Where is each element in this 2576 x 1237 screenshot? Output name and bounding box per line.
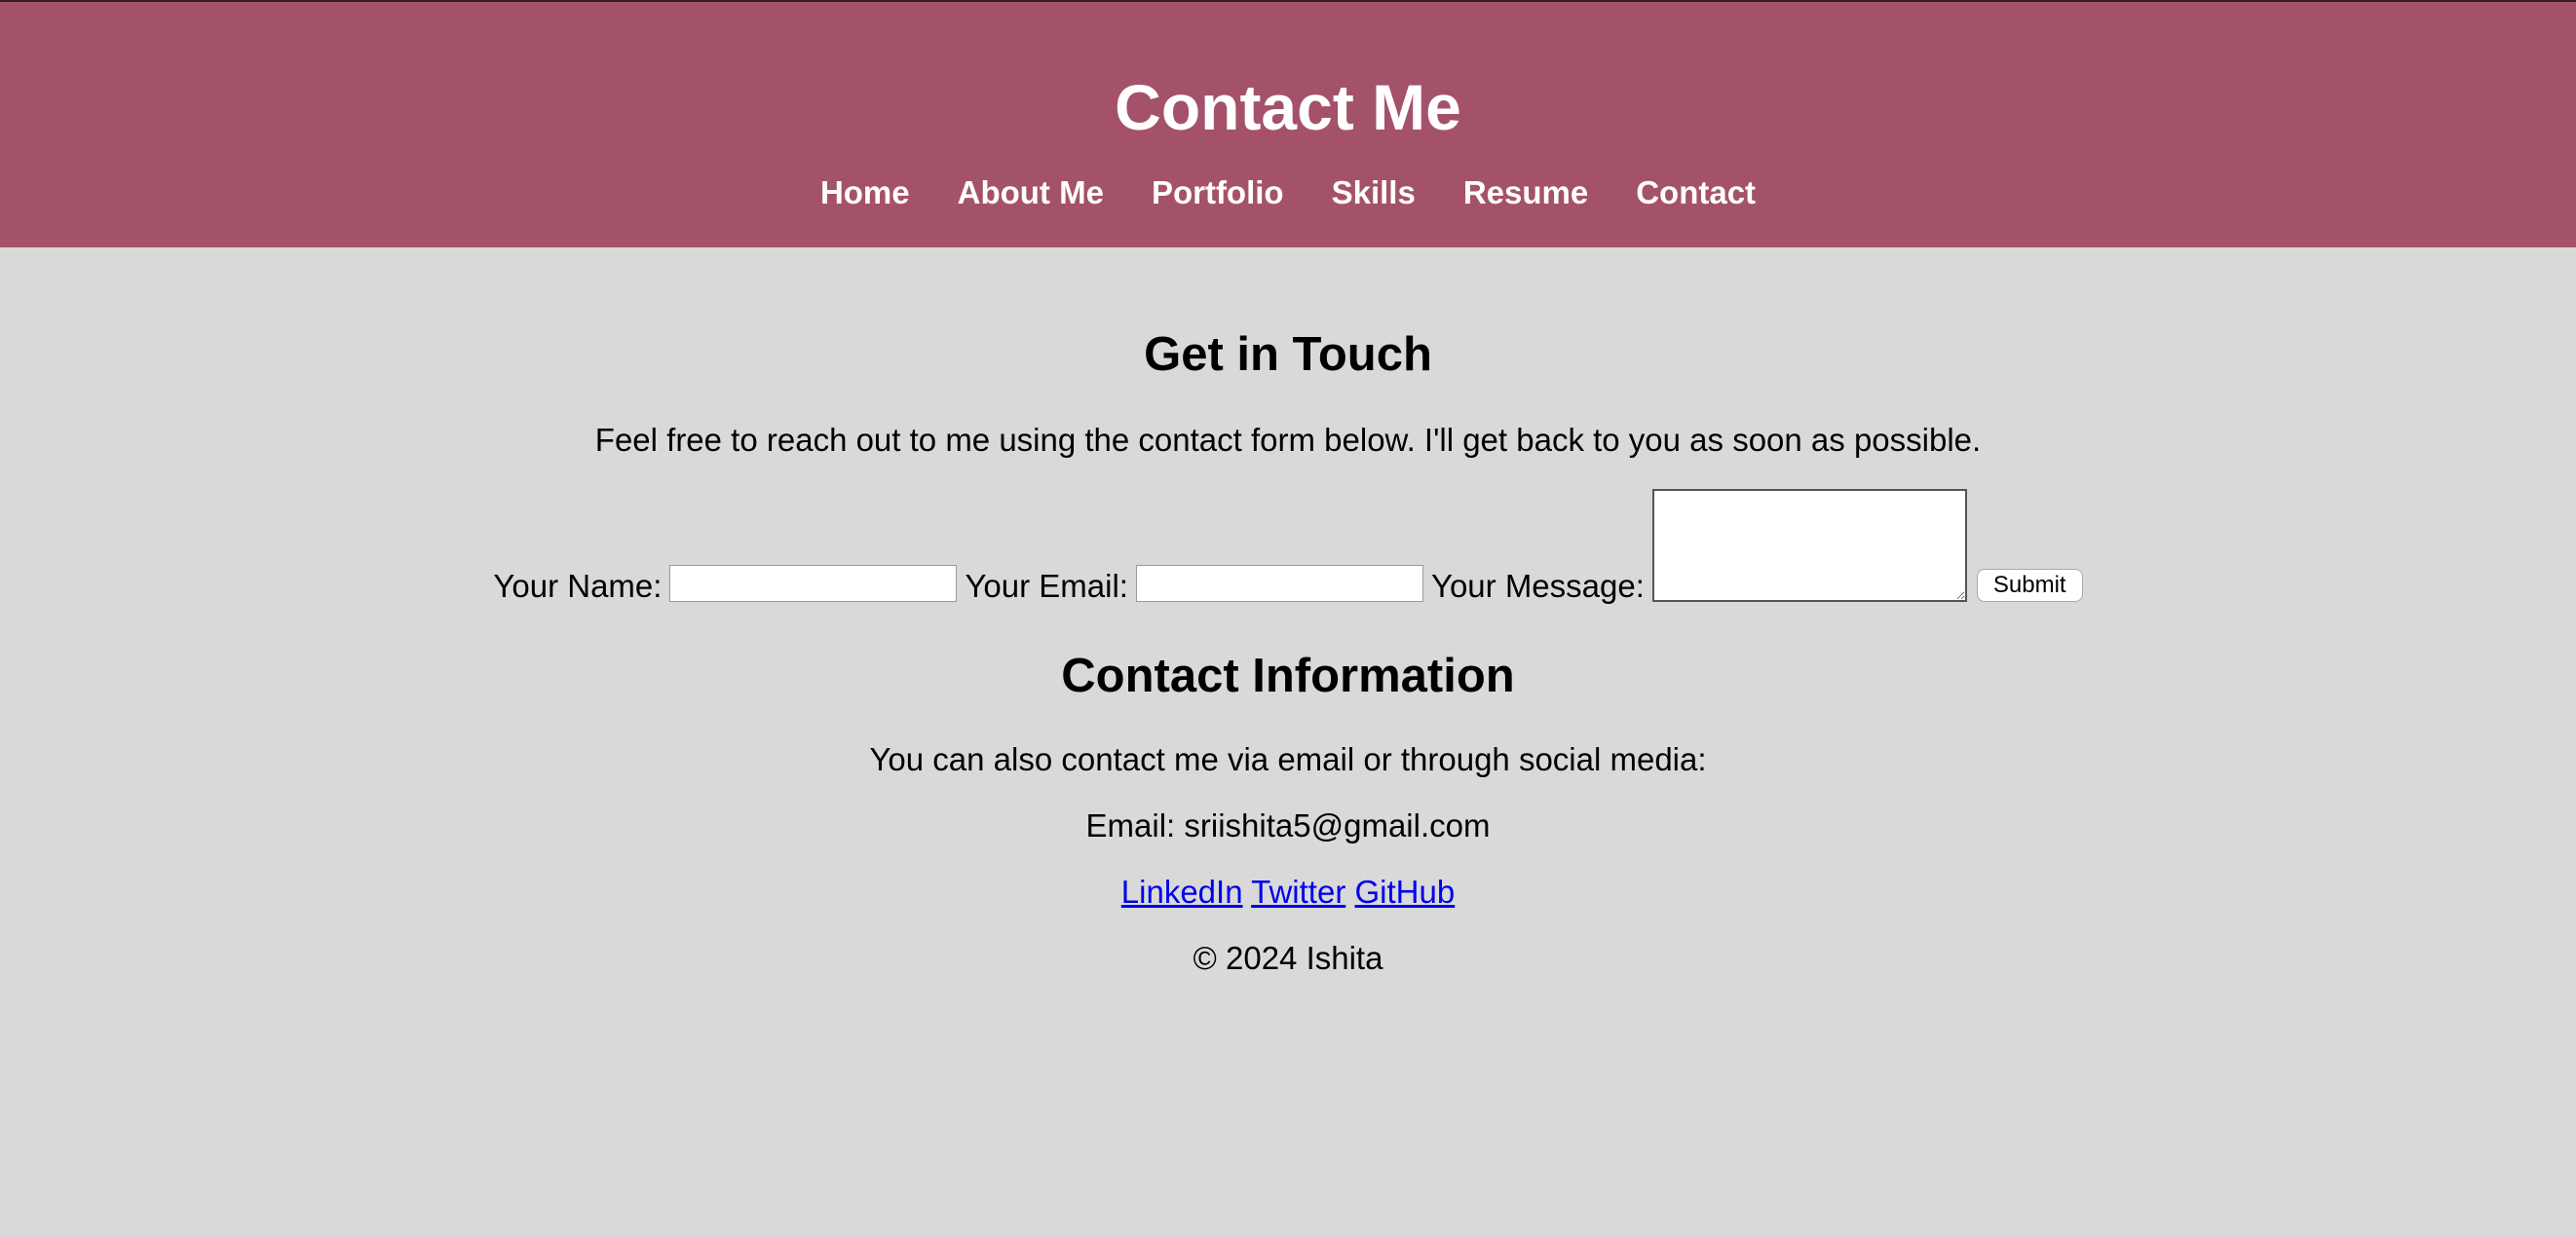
site-header: Contact Me Home About Me Portfolio Skill…	[0, 0, 2576, 247]
page-title: Contact Me	[1115, 71, 1461, 143]
nav-item-portfolio[interactable]: Portfolio	[1152, 171, 1284, 214]
contact-email: Email: sriishita5@gmail.com	[1085, 807, 1491, 843]
name-field[interactable]	[669, 565, 958, 602]
copyright-text: © 2024 Ishita	[1193, 940, 1383, 976]
nav-item-contact[interactable]: Contact	[1636, 171, 1756, 214]
contact-intro-text: Feel free to reach out to me using the c…	[594, 422, 1982, 458]
get-in-touch-heading: Get in Touch	[1144, 328, 1432, 381]
nav-item-home[interactable]: Home	[820, 171, 910, 214]
message-field[interactable]	[1651, 489, 1967, 602]
social-links: LinkedIn Twitter GitHub	[0, 871, 2576, 914]
nav-item-resume[interactable]: Resume	[1463, 171, 1588, 214]
contact-information-heading: Contact Information	[1061, 650, 1515, 702]
contact-alternatives-text: You can also contact me via email or thr…	[869, 741, 1707, 777]
nav-item-skills[interactable]: Skills	[1332, 171, 1416, 214]
name-label: Your Name:	[493, 568, 663, 604]
email-label: Your Email:	[965, 568, 1128, 604]
nav-item-about-me[interactable]: About Me	[958, 171, 1104, 214]
email-field[interactable]	[1135, 565, 1423, 602]
contact-form: Your Name: Your Email: Your Message: Sub…	[0, 489, 2576, 604]
main-nav: Home About Me Portfolio Skills Resume Co…	[0, 171, 2576, 214]
message-label: Your Message:	[1430, 568, 1645, 604]
linkedin-link[interactable]: LinkedIn	[1121, 874, 1243, 910]
submit-button[interactable]: Submit	[1976, 569, 2083, 602]
github-link[interactable]: GitHub	[1354, 874, 1455, 910]
twitter-link[interactable]: Twitter	[1251, 874, 1345, 910]
